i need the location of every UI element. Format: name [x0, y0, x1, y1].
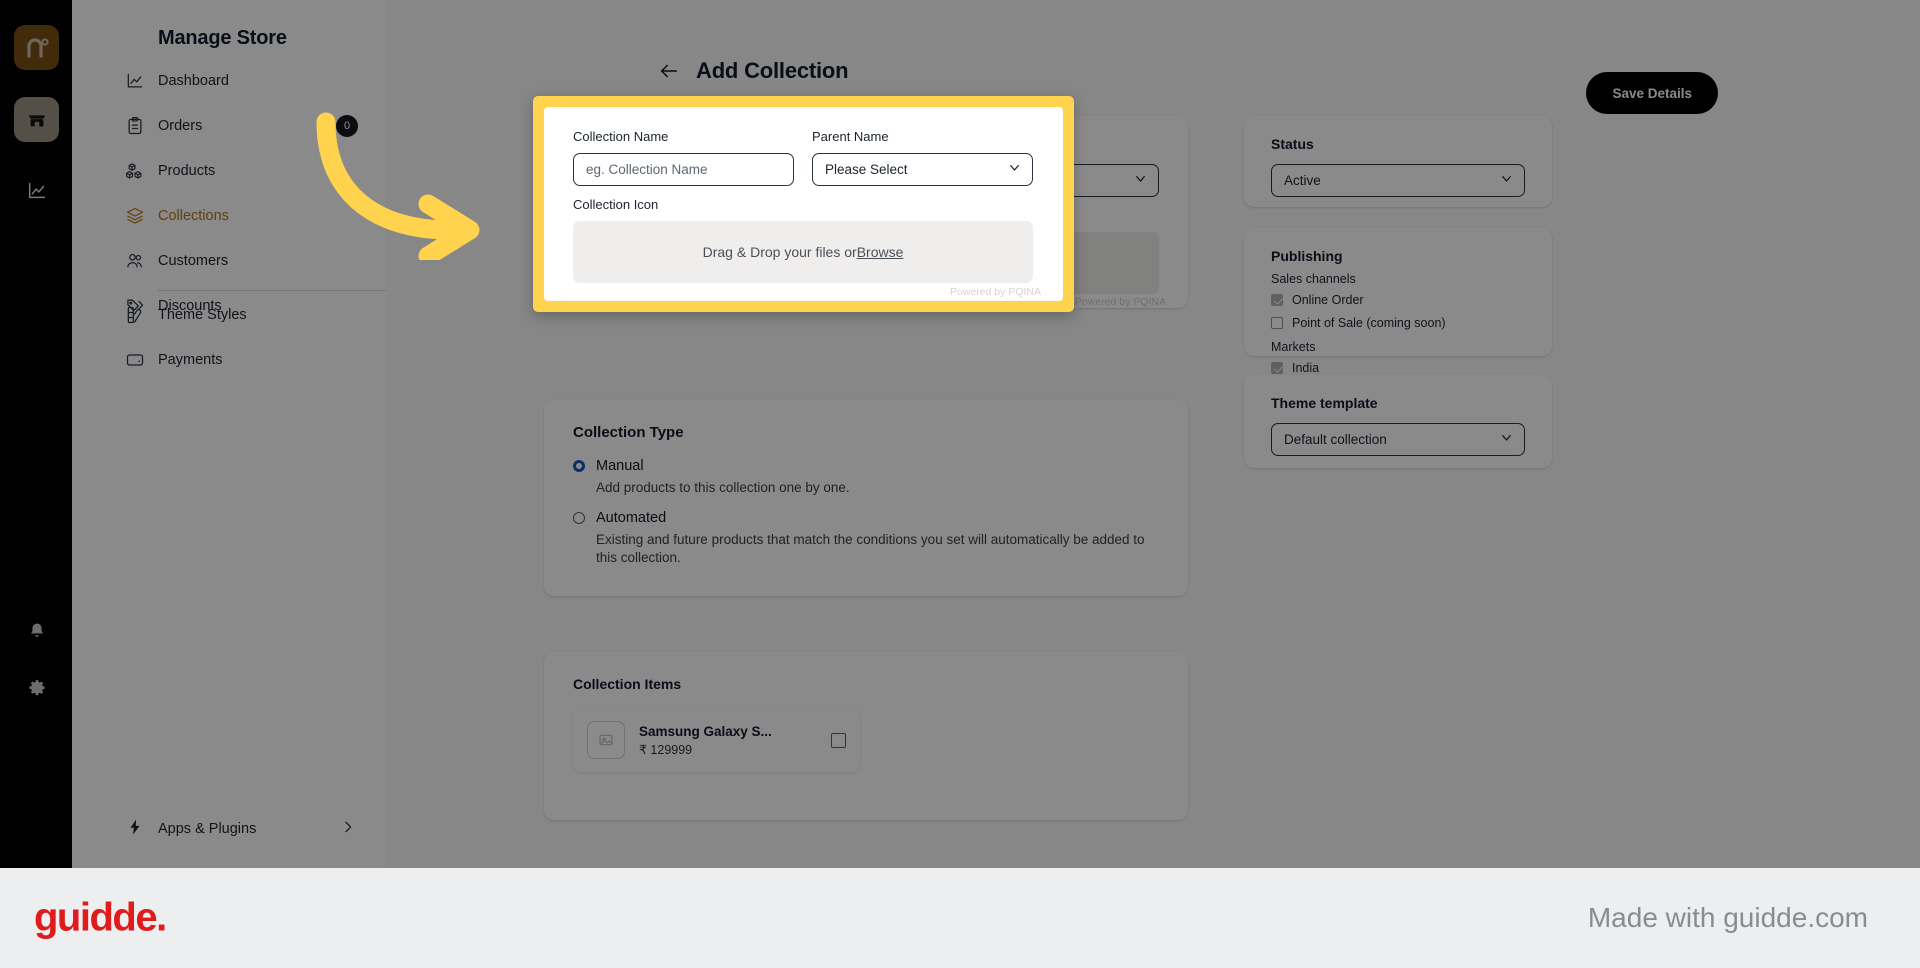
- guidde-logo: guidde.: [34, 895, 167, 940]
- collection-item-name: Samsung Galaxy S...: [639, 723, 772, 739]
- brand-n-glyph: [24, 35, 50, 61]
- parent-name-select[interactable]: Please Select: [812, 153, 1033, 186]
- store-icon[interactable]: [14, 97, 59, 142]
- arrow-left-icon[interactable]: [658, 60, 680, 82]
- sidebar-item-label: Products: [158, 162, 216, 179]
- layers-icon: [124, 205, 146, 227]
- collection-name-field-hl: Collection Name: [573, 129, 794, 186]
- collection-item-price: ₹ 129999: [639, 742, 693, 757]
- status-card: Status Active: [1244, 116, 1552, 207]
- status-select[interactable]: Active: [1271, 164, 1525, 197]
- theme-template-card: Theme template Default collection: [1244, 375, 1552, 468]
- app-screen: Manage Store Dashboard Orders 0 Products…: [0, 0, 1920, 868]
- radio-automated-label: Automated: [596, 510, 667, 526]
- basic-info-row-highlighted: Collection Name Parent Name Please Selec…: [573, 129, 1033, 186]
- parent-name-field-hl: Parent Name Please Select: [812, 129, 1033, 186]
- highlight-frame: Collection Name Parent Name Please Selec…: [533, 96, 1074, 312]
- radio-manual-label: Manual: [596, 458, 644, 474]
- markets-label: Markets: [1271, 340, 1316, 354]
- checkbox-icon[interactable]: [1271, 362, 1283, 374]
- collection-type-option-automated[interactable]: Automated Existing and future products t…: [573, 510, 1152, 566]
- clipboard-icon: [124, 115, 146, 137]
- guidde-footer: guidde. Made with guidde.com: [0, 868, 1920, 968]
- browse-link[interactable]: Browse: [857, 244, 904, 260]
- bell-icon[interactable]: [14, 608, 59, 653]
- radio-manual-description: Add products to this collection one by o…: [596, 480, 850, 495]
- highlighted-basic-info-card: Collection Name Parent Name Please Selec…: [544, 107, 1063, 301]
- sales-channels-label: Sales channels: [1271, 272, 1356, 286]
- parent-name-label: Parent Name: [812, 129, 889, 144]
- collection-items-card: Collection Items Samsung Galaxy S... ₹ 1…: [544, 652, 1188, 820]
- checkbox-icon[interactable]: [1271, 317, 1283, 329]
- sidebar-item-dashboard[interactable]: Dashboard: [72, 58, 386, 103]
- status-title: Status: [1271, 136, 1314, 152]
- sidebar-title: Manage Store: [158, 27, 287, 49]
- powered-by-label: Powered by PQINA: [949, 286, 1041, 298]
- theme-template-select-wrap: Default collection: [1271, 423, 1525, 456]
- sales-channel-online-order[interactable]: Online Order: [1271, 293, 1364, 307]
- collection-type-option-manual[interactable]: Manual Add products to this collection o…: [573, 458, 850, 497]
- sidebar-item-label: Theme Styles: [158, 306, 247, 323]
- powered-by-label: Powered by PQINA: [1074, 296, 1166, 308]
- market-label: India: [1292, 361, 1320, 375]
- analytics-icon[interactable]: [14, 168, 59, 213]
- gear-icon[interactable]: [14, 665, 59, 710]
- wallet-icon: [124, 349, 146, 371]
- market-india[interactable]: India: [1271, 361, 1319, 375]
- collection-items-title: Collection Items: [573, 676, 682, 692]
- page-title: Add Collection: [696, 58, 849, 83]
- collection-type-card: Collection Type Manual Add products to t…: [544, 400, 1188, 596]
- made-with-guidde-label: Made with guidde.com: [1587, 902, 1868, 933]
- sidebar-item-payments[interactable]: Payments: [72, 337, 386, 382]
- store-glyph: [26, 109, 48, 131]
- collection-name-label: Collection Name: [573, 129, 669, 144]
- apps-plugins-label: Apps & Plugins: [158, 821, 257, 837]
- checkbox-icon[interactable]: [1271, 294, 1283, 306]
- users-icon: [124, 250, 146, 272]
- status-select-wrap: Active: [1271, 164, 1525, 197]
- save-details-button[interactable]: Save Details: [1586, 72, 1718, 114]
- page-header: Add Collection: [658, 58, 849, 84]
- sidebar-item-label: Customers: [158, 252, 229, 269]
- image-placeholder-icon: [587, 721, 625, 759]
- radio-automated-icon[interactable]: [573, 512, 585, 524]
- brand-n-icon[interactable]: [14, 25, 59, 70]
- palette-icon: [124, 304, 146, 326]
- collection-name-input[interactable]: [573, 153, 794, 186]
- collection-item-row[interactable]: Samsung Galaxy S... ₹ 129999: [573, 708, 860, 772]
- sidebar-item-label: Collections: [158, 207, 229, 224]
- analytics-glyph: [26, 180, 48, 202]
- file-dropzone[interactable]: Drag & Drop your files or Browse: [573, 221, 1033, 283]
- sales-channel-label: Online Order: [1292, 293, 1364, 307]
- chevron-right-icon: [340, 819, 356, 839]
- boxes-icon: [124, 160, 146, 182]
- sidebar-item-label: Orders: [158, 117, 203, 134]
- publishing-card: Publishing Sales channels Online Order P…: [1244, 228, 1552, 375]
- curved-arrow-icon: [300, 100, 510, 266]
- collection-icon-label: Collection Icon: [573, 197, 659, 212]
- sidebar-item-label: Payments: [158, 351, 223, 368]
- dropzone-text: Drag & Drop your files or: [702, 244, 857, 260]
- theme-template-title: Theme template: [1271, 395, 1378, 411]
- sidebar-item-theme-styles[interactable]: Theme Styles: [72, 292, 386, 337]
- sidebar-divider: [158, 290, 386, 291]
- collection-item-checkbox[interactable]: [831, 732, 846, 748]
- radio-automated-description: Existing and future products that match …: [596, 532, 1145, 565]
- sidebar-item-apps-plugins[interactable]: Apps & Plugins: [72, 808, 386, 850]
- sales-channel-label: Point of Sale (coming soon): [1292, 316, 1446, 330]
- chart-line-icon: [124, 70, 146, 92]
- bell-glyph: [27, 621, 47, 641]
- radio-manual-icon[interactable]: [573, 460, 585, 472]
- collection-item-text: Samsung Galaxy S... ₹ 129999: [639, 724, 831, 757]
- sidebar-item-label: Dashboard: [158, 72, 229, 89]
- sales-channel-point-of-sale[interactable]: Point of Sale (coming soon): [1271, 316, 1446, 330]
- sidebar-nav-lower: Theme Styles Payments: [72, 292, 386, 382]
- gear-glyph: [27, 678, 47, 698]
- icon-rail: [0, 0, 72, 868]
- publishing-title: Publishing: [1271, 248, 1343, 264]
- bolt-icon: [126, 818, 144, 840]
- theme-template-select[interactable]: Default collection: [1271, 423, 1525, 456]
- collection-type-title: Collection Type: [573, 424, 684, 441]
